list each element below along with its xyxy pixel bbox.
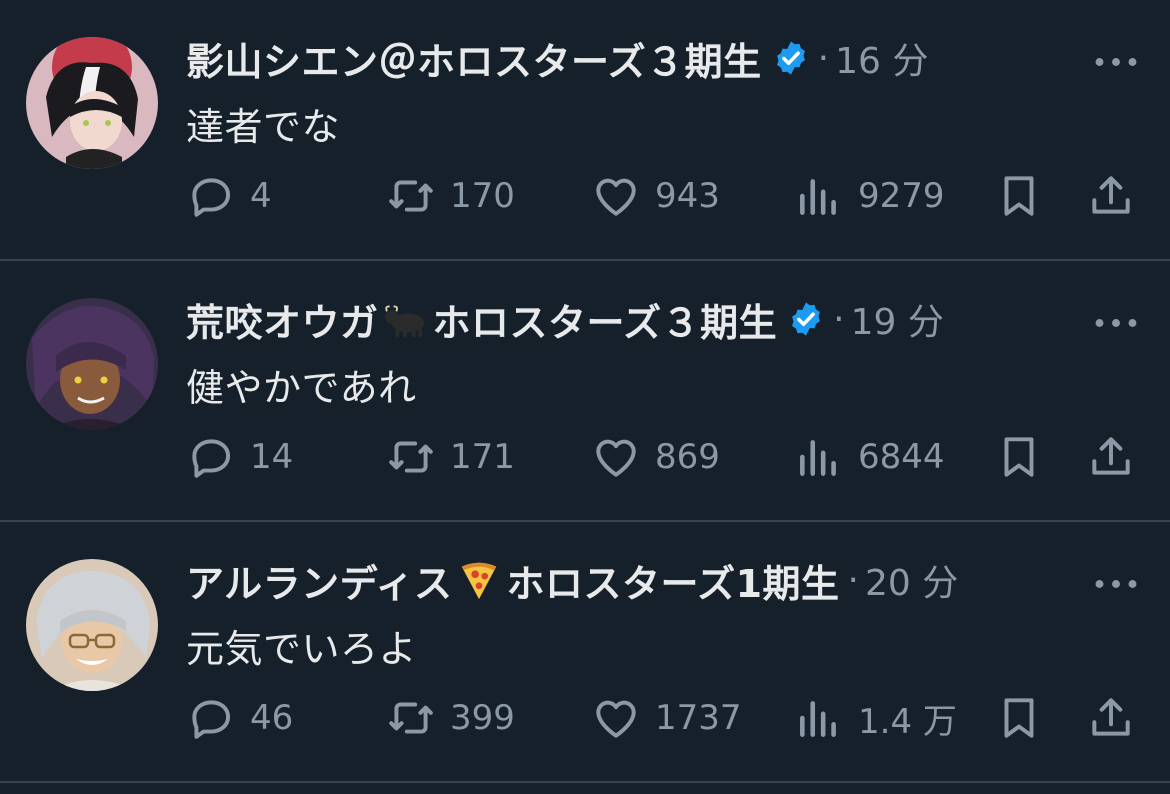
like-icon xyxy=(596,178,636,216)
more-icon xyxy=(1095,319,1137,327)
tweet-text: 元気でいろよ xyxy=(186,627,418,671)
like-button[interactable]: 869 xyxy=(591,429,720,485)
more-options-button[interactable] xyxy=(1088,42,1144,82)
pizza-emoji xyxy=(462,562,497,600)
tweet-item[interactable]: 影山シエン＠ホロスターズ３期生 · 16 分 達者でな 4 170 943 92… xyxy=(0,0,1170,261)
like-button[interactable]: 943 xyxy=(591,168,720,224)
reply-count: 14 xyxy=(250,437,294,477)
retweet-icon xyxy=(389,441,433,473)
separator-dot: · xyxy=(833,298,845,340)
views-button[interactable]: 9279 xyxy=(794,168,945,224)
avatar[interactable] xyxy=(26,298,158,430)
bookmark-icon xyxy=(1004,698,1034,738)
tweet-header: 荒咬オウガ ホロスターズ３期生 · 19 分 xyxy=(186,293,1060,345)
tweet-header: アルランディス ホロスターズ1期生 · 20 分 xyxy=(186,554,1060,606)
tweet-item[interactable]: 荒咬オウガ ホロスターズ３期生 · 19 分 健やかであれ 14 171 869… xyxy=(0,261,1170,522)
like-count: 943 xyxy=(655,176,720,216)
retweet-count: 170 xyxy=(450,176,515,216)
avatar[interactable] xyxy=(26,559,158,691)
tweet-header: 影山シエン＠ホロスターズ３期生 · 16 分 xyxy=(186,32,1060,84)
verified-icon xyxy=(792,302,821,336)
views-count: 1.4 万 xyxy=(858,701,957,742)
share-icon xyxy=(1092,176,1130,214)
views-count: 9279 xyxy=(858,176,945,216)
like-icon xyxy=(596,439,636,477)
tweet-actions: 4 170 943 9279 xyxy=(186,168,1146,224)
share-icon xyxy=(1092,698,1130,736)
like-icon xyxy=(596,700,636,738)
author-name[interactable]: 影山シエン＠ホロスターズ３期生 xyxy=(186,31,762,86)
bookmark-button[interactable] xyxy=(994,690,1044,746)
author-name[interactable]: アルランディス xyxy=(186,553,452,608)
like-count: 1737 xyxy=(655,698,742,738)
retweet-icon xyxy=(389,180,433,212)
tweet-actions: 14 171 869 6844 xyxy=(186,429,1146,485)
timestamp[interactable]: 20 分 xyxy=(865,554,958,606)
author-name[interactable]: 荒咬オウガ xyxy=(186,292,379,347)
retweet-button[interactable]: 171 xyxy=(386,429,515,485)
avatar[interactable] xyxy=(26,37,158,169)
views-icon xyxy=(800,179,836,215)
bull-emoji xyxy=(384,305,424,338)
separator-dot: · xyxy=(817,37,830,79)
reply-button[interactable]: 4 xyxy=(186,168,272,224)
views-button[interactable]: 6844 xyxy=(794,429,945,485)
avatar-image xyxy=(26,37,158,169)
more-icon xyxy=(1095,58,1137,66)
avatar-image xyxy=(26,298,158,430)
reply-icon xyxy=(192,178,231,217)
like-button[interactable]: 1737 xyxy=(591,690,742,746)
share-button[interactable] xyxy=(1086,429,1136,485)
share-button[interactable] xyxy=(1086,168,1136,224)
tweet-item[interactable]: アルランディス ホロスターズ1期生 · 20 分 元気でいろよ 46 399 1… xyxy=(0,522,1170,783)
tweet-text: 健やかであれ xyxy=(186,366,417,410)
retweet-count: 171 xyxy=(450,437,515,477)
reply-icon xyxy=(192,439,231,478)
reply-count: 4 xyxy=(250,176,272,216)
bookmark-icon xyxy=(1004,437,1034,477)
bookmark-button[interactable] xyxy=(994,429,1044,485)
timestamp[interactable]: 16 分 xyxy=(835,32,928,84)
bookmark-button[interactable] xyxy=(994,168,1044,224)
author-name-suffix[interactable]: ホロスターズ３期生 xyxy=(433,292,778,347)
verified-icon xyxy=(776,41,805,75)
reply-button[interactable]: 14 xyxy=(186,429,293,485)
tweet-text: 達者でな xyxy=(186,105,341,149)
reply-count: 46 xyxy=(250,698,294,738)
retweet-count: 399 xyxy=(450,698,515,738)
reply-icon xyxy=(192,700,231,739)
more-options-button[interactable] xyxy=(1088,303,1144,343)
retweet-button[interactable]: 399 xyxy=(386,690,515,746)
like-count: 869 xyxy=(655,437,720,477)
more-icon xyxy=(1095,580,1137,588)
share-button[interactable] xyxy=(1086,690,1136,746)
retweet-icon xyxy=(389,702,433,734)
views-button[interactable]: 1.4 万 xyxy=(794,690,957,746)
views-icon xyxy=(800,440,836,476)
tweet-actions: 46 399 1737 1.4 万 xyxy=(186,690,1146,746)
views-icon xyxy=(800,701,836,737)
timeline-feed: 影山シエン＠ホロスターズ３期生 · 16 分 達者でな 4 170 943 92… xyxy=(0,0,1170,794)
separator-dot: · xyxy=(847,559,859,601)
views-count: 6844 xyxy=(858,437,945,477)
reply-button[interactable]: 46 xyxy=(186,690,293,746)
author-name-suffix[interactable]: ホロスターズ1期生 xyxy=(506,553,839,608)
retweet-button[interactable]: 170 xyxy=(386,168,515,224)
timestamp[interactable]: 19 分 xyxy=(851,293,944,345)
bookmark-icon xyxy=(1004,176,1034,216)
share-icon xyxy=(1092,437,1130,475)
avatar-image xyxy=(26,559,158,691)
more-options-button[interactable] xyxy=(1088,564,1144,604)
